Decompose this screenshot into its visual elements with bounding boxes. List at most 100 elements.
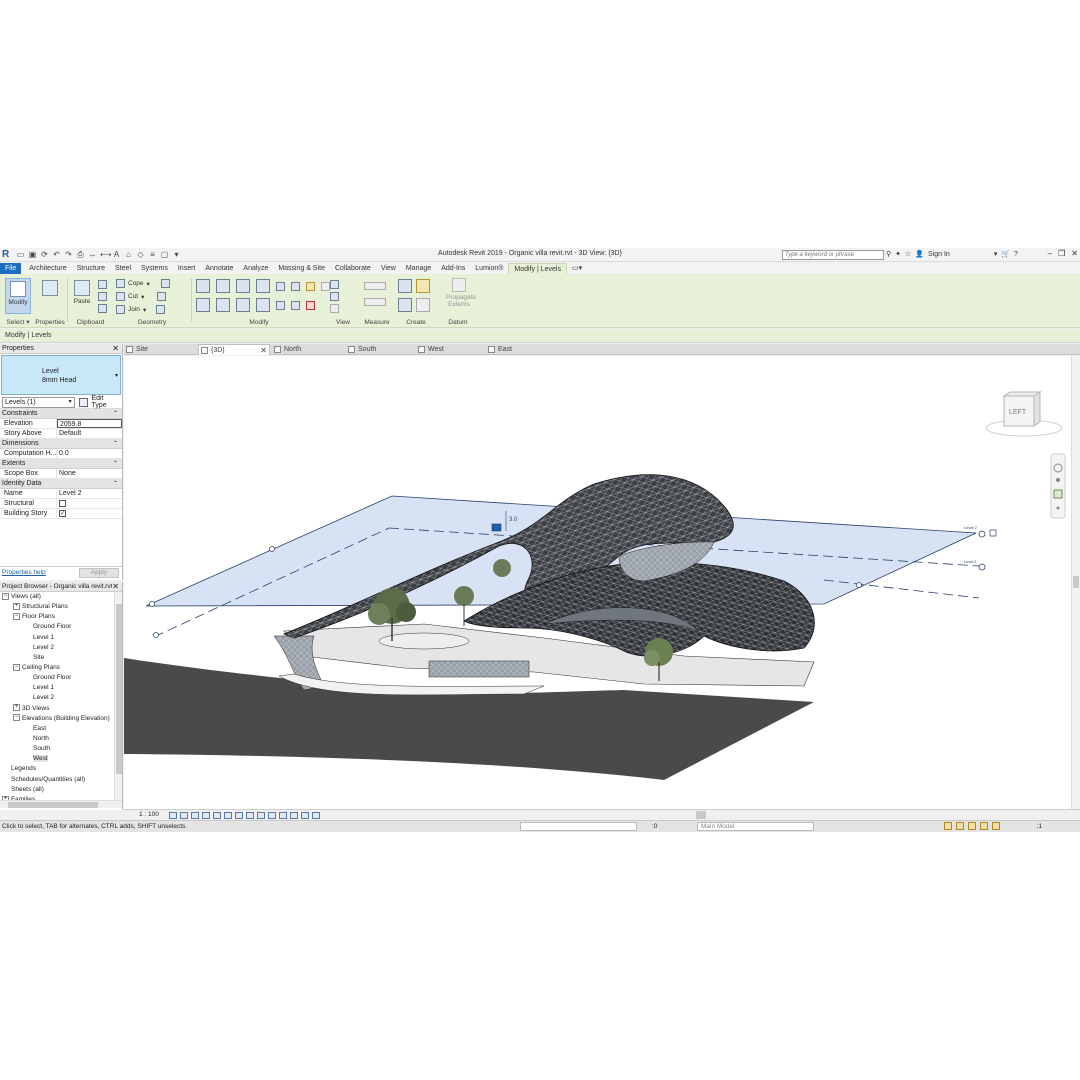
select-underlay-icon[interactable] bbox=[956, 822, 964, 830]
offset-icon[interactable] bbox=[216, 279, 230, 293]
name-value[interactable]: Level 2 bbox=[57, 489, 122, 498]
thin-lines-icon[interactable]: ≡ bbox=[148, 250, 157, 259]
tab-systems[interactable]: Systems bbox=[136, 263, 173, 274]
close-icon[interactable]: ✕ bbox=[112, 344, 119, 354]
wheel-dropdown-icon[interactable] bbox=[1056, 478, 1060, 482]
redo-icon[interactable]: ↷ bbox=[64, 250, 73, 259]
mirror-axis-icon[interactable] bbox=[236, 279, 250, 293]
create-group-icon[interactable] bbox=[398, 298, 412, 312]
scale-icon[interactable] bbox=[291, 300, 300, 310]
apply-button[interactable]: Apply bbox=[79, 568, 119, 578]
collapse-icon[interactable]: − bbox=[2, 592, 9, 600]
temporary-hide-icon[interactable] bbox=[257, 812, 265, 819]
browser-node[interactable]: Level 2 bbox=[0, 643, 114, 653]
collapse-icon[interactable]: − bbox=[13, 663, 20, 671]
copy-element-icon[interactable] bbox=[216, 298, 230, 312]
copy-icon[interactable] bbox=[98, 292, 107, 301]
temporary-dimension-label[interactable]: 3.0 bbox=[509, 517, 518, 523]
browser-node[interactable]: North bbox=[0, 734, 114, 744]
browser-node[interactable]: Ground Floor bbox=[0, 622, 114, 632]
browser-node[interactable]: Sheets (all) bbox=[0, 785, 114, 795]
wall-joins-icon[interactable] bbox=[157, 292, 167, 301]
tab-insert[interactable]: Insert bbox=[173, 263, 201, 274]
level-drag-handle-icon[interactable] bbox=[491, 523, 502, 532]
crop-view-icon[interactable] bbox=[224, 812, 232, 819]
create-assembly-icon[interactable] bbox=[398, 279, 412, 293]
cart-icon[interactable]: 🛒 bbox=[1001, 250, 1010, 258]
scroll-thumb[interactable] bbox=[696, 811, 706, 819]
filter-count[interactable]: :1 bbox=[1037, 821, 1042, 832]
user-icon[interactable]: 👤 bbox=[915, 250, 924, 258]
browser-node[interactable]: Schedules/Quantities (all) bbox=[0, 775, 114, 785]
level-head-icon[interactable] bbox=[978, 530, 986, 538]
expand-icon[interactable]: + bbox=[13, 602, 20, 610]
tab-massing-site[interactable]: Massing & Site bbox=[273, 263, 330, 274]
text-icon[interactable]: A bbox=[112, 250, 121, 259]
cope-button[interactable]: Cope ▾ bbox=[116, 279, 170, 288]
browser-node[interactable]: + Structural Plans bbox=[0, 602, 114, 612]
browser-node[interactable]: − Elevations (Building Elevation) bbox=[0, 714, 114, 724]
modify-button[interactable]: Modify bbox=[5, 278, 31, 314]
paint-icon[interactable] bbox=[156, 305, 166, 314]
favorites-icon[interactable]: ☆ bbox=[905, 250, 911, 258]
3d-view-icon[interactable]: ⌂ bbox=[124, 250, 133, 259]
split-gap-icon[interactable] bbox=[291, 281, 300, 291]
select-dropdown[interactable]: Select ▾ bbox=[2, 318, 34, 326]
zoom-icon[interactable] bbox=[1053, 489, 1063, 499]
render-icon[interactable] bbox=[213, 812, 221, 819]
scroll-thumb[interactable] bbox=[116, 604, 122, 774]
join-button[interactable]: Join ▾ bbox=[116, 305, 166, 314]
select-links-icon[interactable] bbox=[944, 822, 952, 830]
move-icon[interactable] bbox=[196, 298, 210, 312]
dimension-icon[interactable]: ⟷ bbox=[100, 250, 111, 259]
viewcube-icon[interactable]: LEFT bbox=[985, 391, 1063, 437]
design-option-dropdown[interactable]: Main Model bbox=[697, 822, 814, 831]
restore-icon[interactable]: ❐ bbox=[1058, 249, 1065, 258]
hide-bubble-checkbox[interactable] bbox=[989, 529, 997, 537]
view-scale[interactable]: 1 : 100 bbox=[139, 810, 159, 820]
browser-node[interactable]: South bbox=[0, 744, 114, 754]
workset-dropdown[interactable] bbox=[520, 822, 637, 831]
aligned-dimension-icon[interactable] bbox=[364, 298, 386, 306]
browser-node[interactable]: − Floor Plans bbox=[0, 612, 114, 622]
browser-node[interactable]: − Ceiling Plans bbox=[0, 663, 114, 673]
worksharing-display-icon[interactable] bbox=[279, 812, 287, 819]
level-grip-icon[interactable] bbox=[856, 582, 862, 588]
tab-steel[interactable]: Steel bbox=[110, 263, 136, 274]
browser-vertical-scrollbar[interactable] bbox=[114, 592, 122, 800]
browser-node[interactable]: − Views (all) bbox=[0, 592, 114, 602]
view-tab[interactable]: East bbox=[486, 344, 558, 355]
browser-node[interactable]: +3D Views bbox=[0, 704, 114, 714]
level-head-icon[interactable] bbox=[978, 563, 986, 571]
cut-button[interactable]: Cut ▾ bbox=[116, 292, 167, 301]
analytical-model-icon[interactable] bbox=[290, 812, 298, 819]
browser-horizontal-scrollbar[interactable] bbox=[0, 800, 122, 808]
level-end-grip-icon[interactable] bbox=[149, 601, 155, 607]
hide-in-view-icon[interactable] bbox=[330, 280, 339, 289]
expand-icon[interactable]: + bbox=[13, 704, 20, 712]
tab-analyze[interactable]: Analyze bbox=[238, 263, 273, 274]
geometry-tool-icon[interactable] bbox=[160, 279, 170, 288]
print-icon[interactable]: ⎙ bbox=[76, 250, 85, 259]
delete-icon[interactable] bbox=[306, 300, 315, 310]
view-tab[interactable]: Site bbox=[124, 344, 196, 355]
computation-height-value[interactable]: 0.0 bbox=[57, 449, 122, 458]
propagate-extents-button[interactable]: Propagate Extents bbox=[446, 276, 476, 312]
level-grip-icon[interactable] bbox=[269, 546, 275, 552]
measure-icon[interactable]: ↔ bbox=[88, 250, 97, 259]
measure-distance-icon[interactable] bbox=[364, 282, 386, 290]
open-icon[interactable]: ▭ bbox=[16, 250, 25, 259]
tab-architecture[interactable]: Architecture bbox=[24, 263, 71, 274]
viewport-horizontal-scrollbar[interactable] bbox=[464, 811, 1064, 819]
visual-style-icon[interactable] bbox=[180, 812, 188, 819]
tab-annotate[interactable]: Annotate bbox=[200, 263, 238, 274]
browser-node[interactable]: Site bbox=[0, 653, 114, 663]
building-story-checkbox[interactable]: ✓ bbox=[59, 510, 66, 517]
close-icon[interactable]: ✕ bbox=[1071, 249, 1078, 258]
shadows-icon[interactable] bbox=[202, 812, 210, 819]
type-selector[interactable]: Level 8mm Head ▾ bbox=[1, 355, 121, 395]
view-tab[interactable]: South bbox=[346, 344, 418, 355]
override-graphics-icon[interactable] bbox=[330, 292, 339, 301]
3d-viewport[interactable]: Level 2 Level 1 3.0 LEFT bbox=[124, 356, 1072, 809]
lock-view-icon[interactable] bbox=[246, 812, 254, 819]
